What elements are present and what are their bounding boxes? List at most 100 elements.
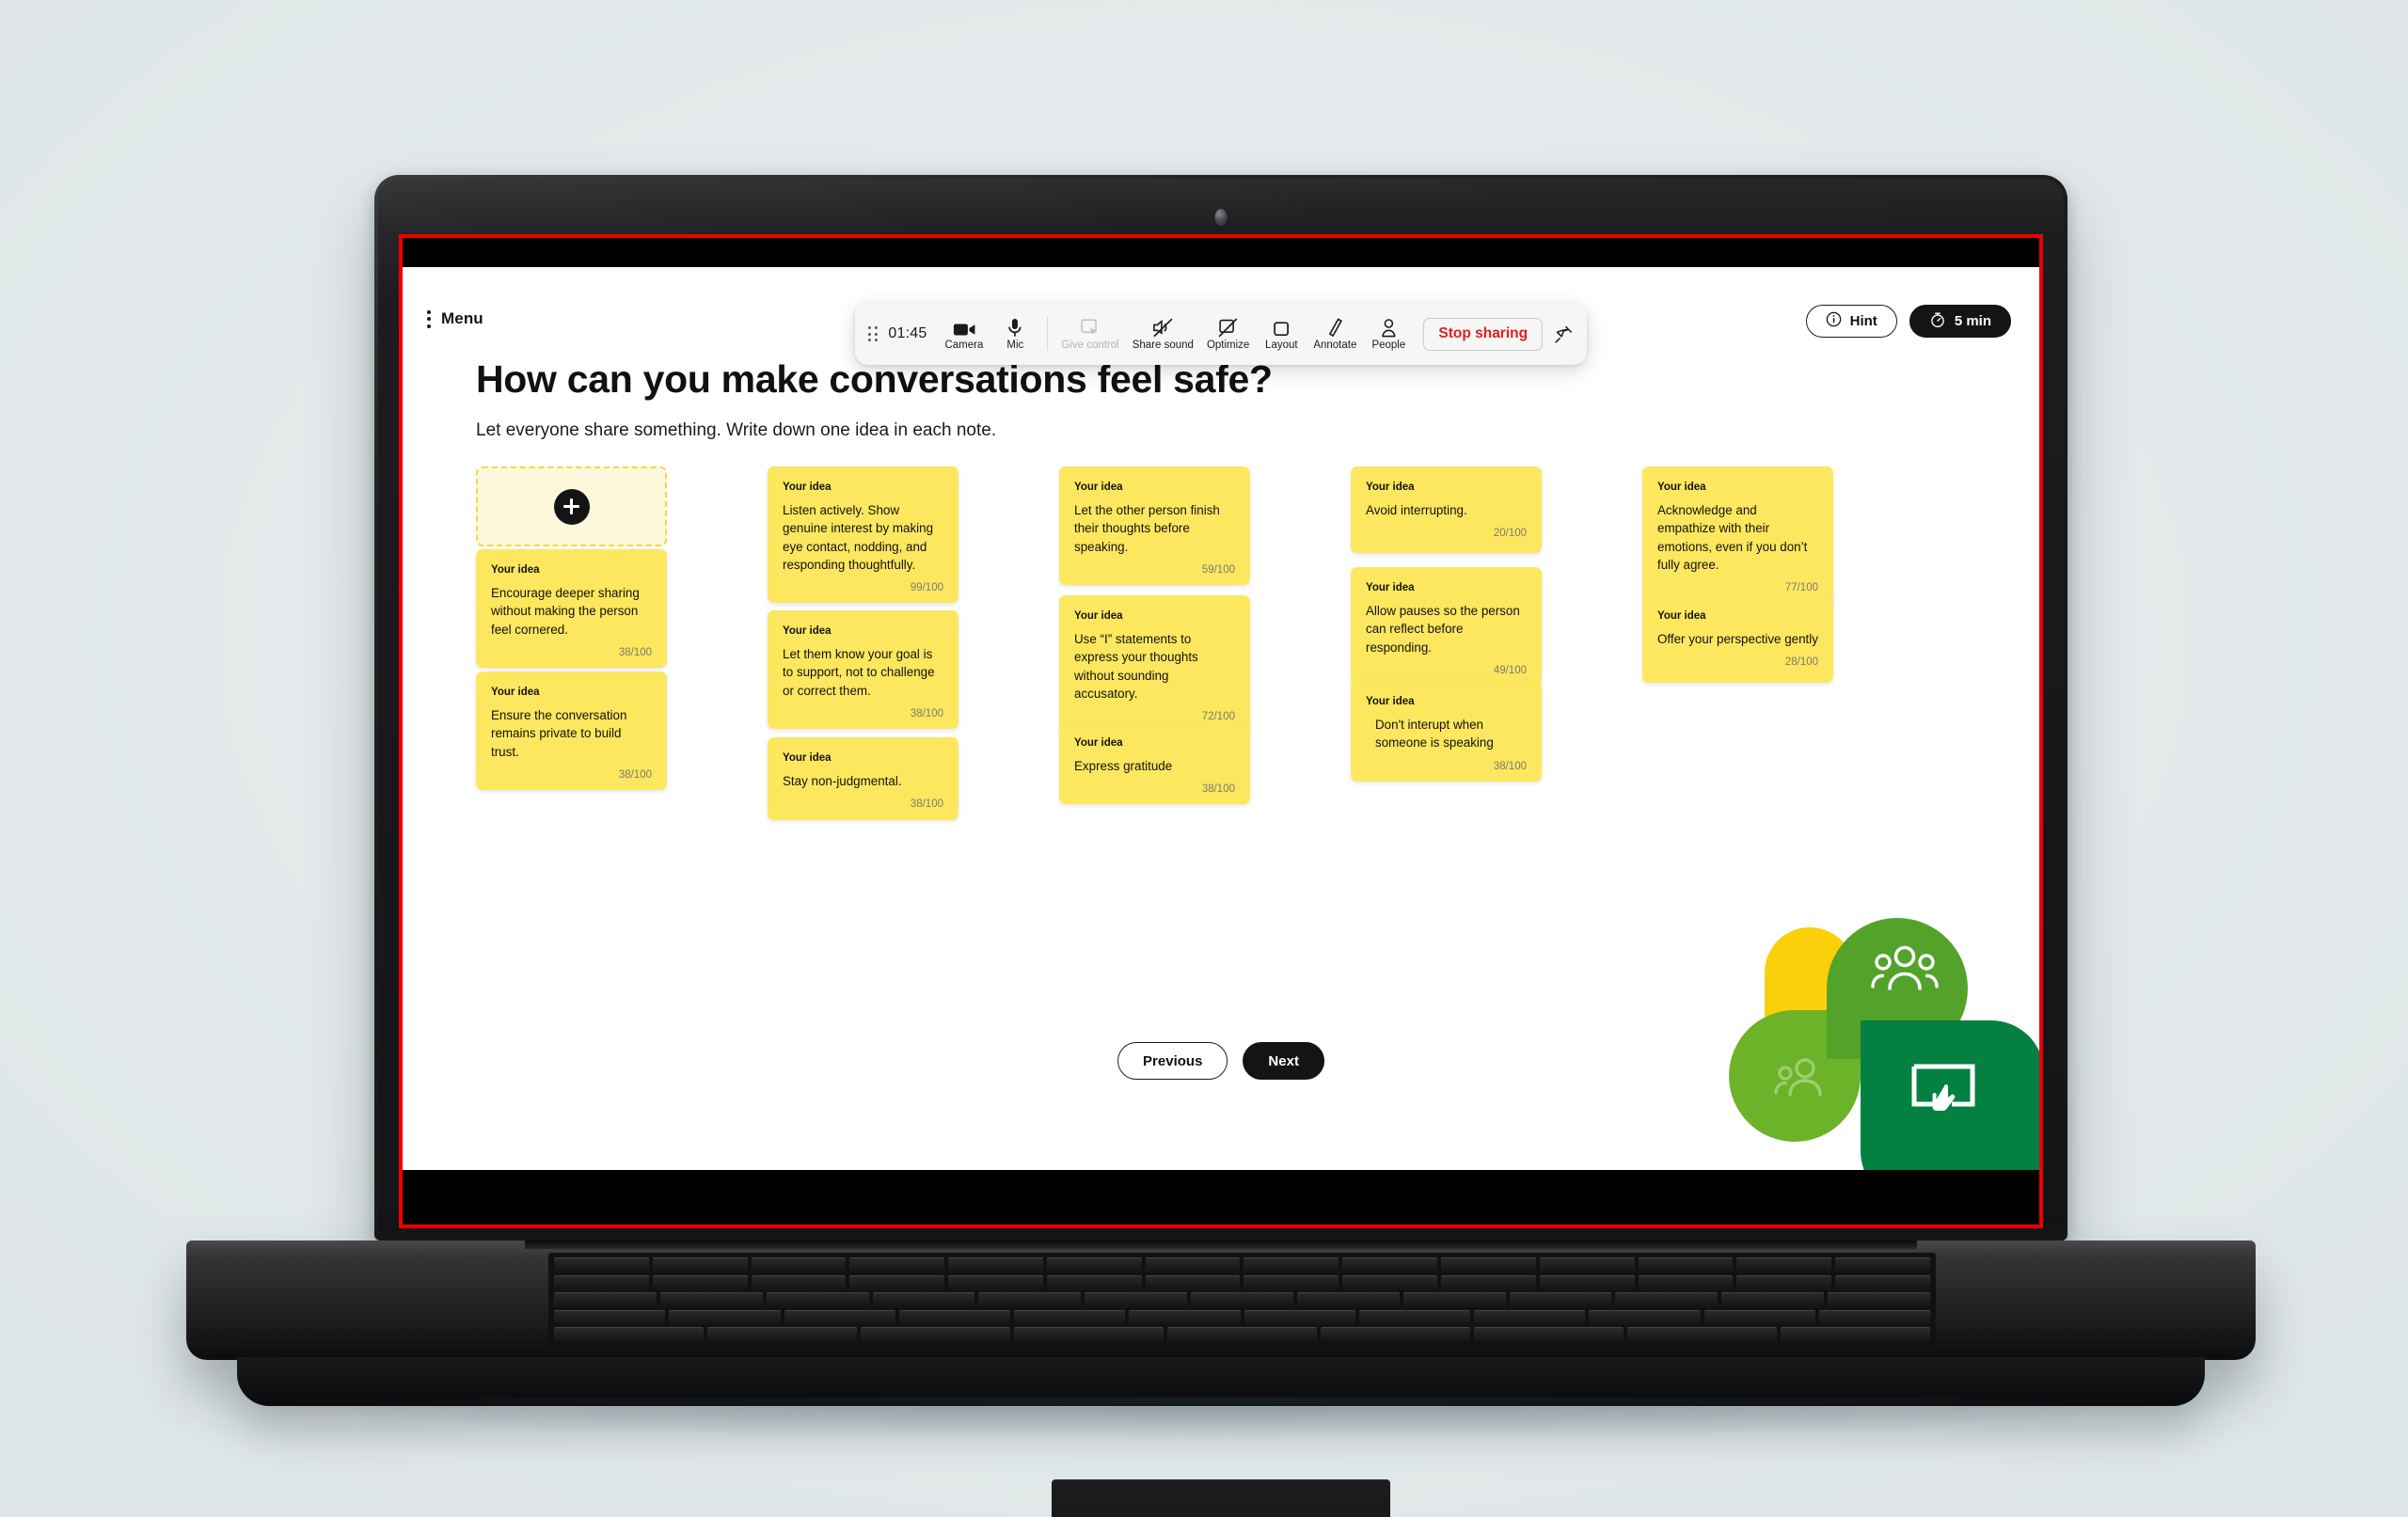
sticky-note-text[interactable]: Stay non-judgmental.: [783, 772, 943, 790]
sticky-note-char-count: 72/100: [1201, 711, 1235, 723]
share-sound-off-icon: [1152, 317, 1174, 338]
sticky-note-char-count: 49/100: [1493, 664, 1527, 676]
plus-icon: [553, 488, 590, 525]
laptop-keyboard: [548, 1253, 1936, 1345]
sticky-note-char-count: 20/100: [1493, 528, 1527, 540]
sticky-note[interactable]: Your idea Listen actively. Show genuine i…: [768, 466, 958, 604]
sticky-note[interactable]: Your idea Avoid interrupting. 20/100: [1351, 466, 1542, 553]
sticky-note-char-count: 38/100: [618, 768, 652, 781]
toolbar-item-give-control[interactable]: Give control: [1054, 308, 1125, 360]
elapsed-time: 01:45: [888, 325, 927, 341]
add-note-button[interactable]: [476, 466, 667, 546]
sticky-note[interactable]: Your idea Use “I” statements to express y…: [1059, 595, 1250, 733]
keyboard-row: [554, 1274, 1930, 1291]
toolbar-label-annotate: Annotate: [1313, 339, 1357, 351]
page-subtitle: Let everyone share something. Write down…: [476, 420, 997, 440]
petal-light-green: [1729, 1010, 1861, 1142]
previous-button[interactable]: Previous: [1117, 1042, 1228, 1080]
sticky-note-header: Your idea: [783, 752, 832, 764]
sticky-note-char-count: 99/100: [910, 582, 943, 594]
sticky-note[interactable]: Your idea Allow pauses so the person can …: [1351, 567, 1542, 686]
next-button[interactable]: Next: [1243, 1042, 1324, 1080]
sticky-note-header: Your idea: [1657, 482, 1706, 493]
screen-share-capture-frame: Menu Hint 5 min How can you make convers…: [399, 234, 2043, 1228]
sticky-note-header: Your idea: [1366, 482, 1415, 493]
toolbar-label-camera: Camera: [944, 339, 984, 351]
toolbar-label-give-control: Give control: [1061, 339, 1119, 351]
toolbar-divider: [1047, 317, 1049, 351]
drag-handle-icon[interactable]: [867, 326, 878, 341]
microphone-icon: [1007, 317, 1022, 338]
laptop-drop-shadow: [216, 1398, 2220, 1439]
sticky-note-char-count: 38/100: [1201, 783, 1235, 796]
petal-yellow: [1765, 927, 1855, 1018]
sticky-note-char-count: 38/100: [910, 707, 943, 719]
toolbar-item-people[interactable]: People: [1363, 308, 1414, 360]
sticky-note-text[interactable]: Offer your perspective gently: [1657, 630, 1818, 648]
sticky-note-text[interactable]: Express gratitude: [1074, 757, 1235, 775]
screen-share-cursor-icon: [1911, 1064, 1975, 1111]
sticky-note-header: Your idea: [1366, 582, 1415, 593]
sticky-note-text[interactable]: Use “I” statements to express your thoug…: [1074, 630, 1235, 703]
toolbar-item-layout[interactable]: Layout: [1256, 308, 1307, 360]
toolbar-item-camera[interactable]: Camera: [938, 308, 990, 360]
optimize-off-icon: [1218, 317, 1238, 338]
sticky-note-header: Your idea: [491, 564, 540, 576]
sticky-note[interactable]: Your idea Let them know your goal is to s…: [768, 610, 958, 729]
toolbar-label-mic: Mic: [1006, 339, 1024, 351]
sticky-note-header: Your idea: [1366, 696, 1415, 707]
layout-icon: [1273, 317, 1291, 338]
sticky-note-header: Your idea: [783, 482, 832, 493]
sticky-note-text[interactable]: Encourage deeper sharing without making …: [491, 584, 652, 639]
meeting-share-toolbar: 01:45 Camera Mic Give control Share soun…: [854, 303, 1588, 365]
sticky-note-text[interactable]: Acknowledge and empathize with their emo…: [1657, 501, 1818, 574]
sticky-note[interactable]: Your idea Offer your perspective gently 28…: [1642, 595, 1833, 683]
shared-screen: Menu Hint 5 min How can you make convers…: [403, 267, 2039, 1170]
keyboard-row: [554, 1257, 1930, 1273]
sticky-note-header: Your idea: [1657, 610, 1706, 622]
sticky-note[interactable]: Your idea Stay non-judgmental. 38/100: [768, 737, 958, 820]
sticky-note-char-count: 38/100: [910, 798, 943, 811]
sticky-note-char-count: 59/100: [1201, 563, 1235, 576]
sticky-note[interactable]: Your idea Ensure the conversation remains…: [476, 672, 667, 790]
sticky-note[interactable]: Your idea Encourage deeper sharing withou…: [476, 549, 667, 668]
sticky-note-header: Your idea: [1074, 482, 1123, 493]
toolbar-item-share-sound[interactable]: Share sound: [1126, 308, 1200, 360]
keyboard-row: [554, 1309, 1930, 1326]
person-icon: [1381, 317, 1397, 338]
sticky-note[interactable]: Your idea Don't interupt when someone is …: [1351, 681, 1542, 782]
toolbar-item-mic[interactable]: Mic: [990, 308, 1040, 360]
sticky-note-text[interactable]: Allow pauses so the person can reflect b…: [1366, 602, 1527, 656]
sticky-note-text[interactable]: Let the other person finish their though…: [1074, 501, 1235, 556]
laptop-trackpad: [1052, 1479, 1390, 1517]
sticky-note-text[interactable]: Ensure the conversation remains private …: [491, 706, 652, 761]
bezel-highlight: [378, 179, 2064, 237]
sticky-note[interactable]: Your idea Express gratitude 38/100: [1059, 722, 1250, 805]
sticky-note[interactable]: Your idea Acknowledge and empathize with …: [1642, 466, 1833, 604]
keyboard-row: [554, 1327, 1930, 1343]
toolbar-item-annotate[interactable]: Annotate: [1307, 308, 1363, 360]
sticky-note-text[interactable]: Listen actively. Show genuine interest b…: [783, 501, 943, 574]
sticky-note-text[interactable]: Let them know your goal is to support, n…: [783, 645, 943, 700]
sticky-note-text[interactable]: Don't interupt when someone is speaking: [1366, 716, 1527, 752]
sticky-note-char-count: 77/100: [1784, 582, 1818, 594]
toolbar-label-share-sound: Share sound: [1132, 339, 1194, 351]
whiteboard: How can you make conversations feel safe…: [403, 267, 2039, 1170]
board-navigation: Previous Next: [1117, 1042, 1324, 1080]
toolbar-item-optimize[interactable]: Optimize: [1200, 308, 1256, 360]
stop-sharing-button[interactable]: Stop sharing: [1423, 317, 1544, 351]
laptop-hinge: [525, 1240, 1917, 1249]
sticky-note-char-count: 38/100: [1493, 760, 1527, 772]
keyboard-row: [554, 1292, 1930, 1308]
sticky-note[interactable]: Your idea Let the other person finish the…: [1059, 466, 1250, 585]
scene: Menu Hint 5 min How can you make convers…: [0, 0, 2408, 1517]
laptop-base: [186, 1240, 2256, 1360]
camera-icon: [952, 317, 975, 338]
petal-mid-green: [1827, 918, 1968, 1059]
pin-icon[interactable]: [1554, 324, 1574, 344]
sticky-note-text[interactable]: Avoid interrupting.: [1366, 501, 1527, 519]
person-icon: [1774, 1058, 1822, 1097]
toolbar-label-optimize: Optimize: [1206, 339, 1250, 351]
petal-dark-green: [1861, 1020, 2039, 1170]
sticky-note-header: Your idea: [1074, 737, 1123, 749]
